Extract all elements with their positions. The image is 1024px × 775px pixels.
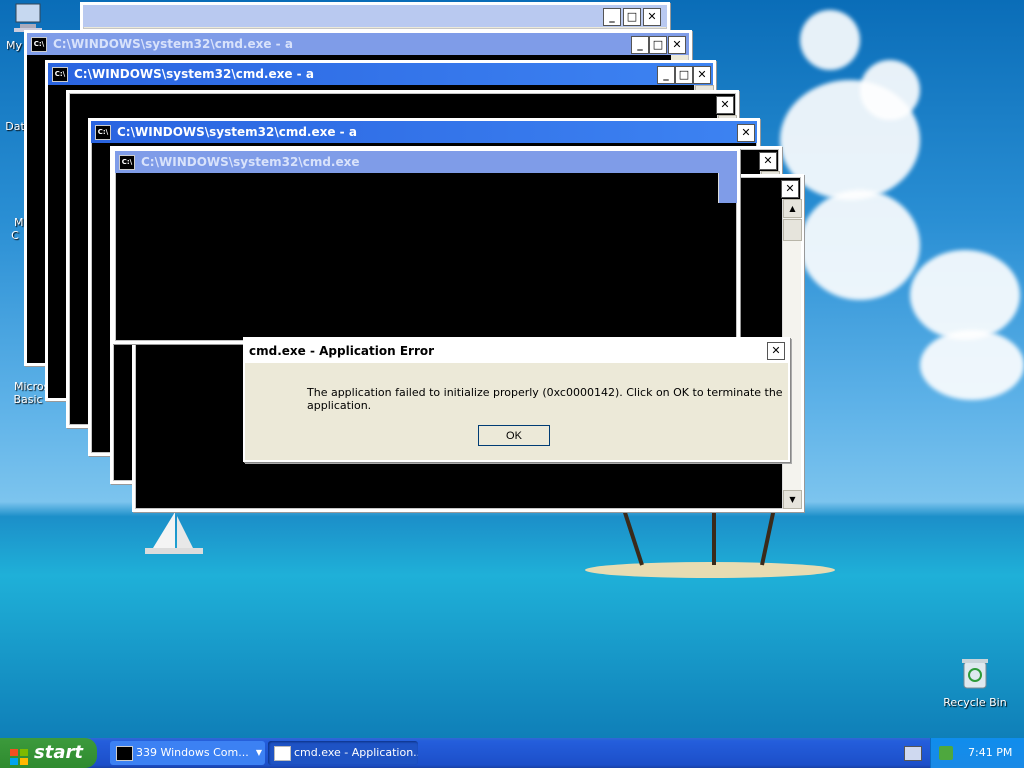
titlebar[interactable]: C:\ C:\WINDOWS\system32\cmd.exe [115, 151, 737, 173]
ok-button[interactable]: OK [478, 425, 550, 446]
cmd-window-inactive[interactable]: C:\ C:\WINDOWS\system32\cmd.exe [112, 148, 740, 344]
close-button[interactable]: ✕ [643, 8, 661, 26]
network-icon[interactable] [939, 746, 953, 760]
minimize-button[interactable]: _ [657, 66, 675, 84]
start-button[interactable]: start [0, 738, 97, 768]
close-button[interactable]: ✕ [737, 124, 755, 142]
close-button[interactable]: ✕ [693, 66, 711, 84]
window-icon [274, 746, 291, 761]
island [585, 562, 835, 578]
taskbar: start 339 Windows Com... ▼ cmd.exe - App… [0, 738, 1024, 768]
minimize-button[interactable]: _ [603, 8, 621, 26]
keyboard-icon[interactable] [904, 746, 922, 761]
desktop-icon-recycle-bin[interactable]: Recycle Bin [940, 656, 1010, 709]
dialog-close-button[interactable]: ✕ [767, 342, 785, 360]
sailboat [145, 512, 203, 554]
system-tray: 7:41 PM [930, 738, 1024, 768]
close-button[interactable]: ✕ [668, 36, 686, 54]
cmd-icon: C:\ [119, 155, 135, 170]
scroll-down-button[interactable]: ▼ [783, 490, 802, 509]
minimize-button[interactable]: _ [631, 36, 649, 54]
maximize-button[interactable]: □ [623, 8, 641, 26]
maximize-button[interactable]: □ [649, 36, 667, 54]
clock[interactable]: 7:41 PM [968, 738, 1012, 768]
error-dialog[interactable]: cmd.exe - Application Error ✕ The applic… [243, 337, 790, 462]
close-button[interactable]: ✕ [759, 152, 777, 170]
cmd-icon: C:\ [31, 37, 47, 52]
taskbar-button-app-error[interactable]: cmd.exe - Application... [268, 741, 418, 765]
cmd-icon: C:\ [95, 125, 111, 140]
maximize-button[interactable]: □ [675, 66, 693, 84]
close-button[interactable]: ✕ [716, 96, 734, 114]
cmd-window-1[interactable]: _ □ ✕ [80, 2, 670, 32]
vertical-scrollbar[interactable] [718, 173, 737, 203]
chevron-down-icon: ▼ [255, 748, 262, 757]
scroll-up-button[interactable]: ▲ [783, 199, 802, 218]
windows-logo-icon [10, 745, 28, 765]
cmd-icon [116, 746, 133, 761]
error-message: The application failed to initialize pro… [307, 386, 783, 412]
cmd-icon: C:\ [52, 67, 68, 82]
scroll-thumb[interactable] [783, 219, 802, 241]
dialog-titlebar[interactable]: cmd.exe - Application Error [245, 339, 788, 363]
titlebar[interactable] [83, 5, 667, 27]
titlebar[interactable]: C:\ C:\WINDOWS\system32\cmd.exe - a [48, 63, 713, 85]
titlebar[interactable]: C:\ C:\WINDOWS\system32\cmd.exe - a [27, 33, 689, 55]
recycle-bin-icon [940, 656, 1010, 693]
titlebar[interactable]: C:\ C:\WINDOWS\system32\cmd.exe - a [91, 121, 757, 143]
close-button[interactable]: ✕ [781, 180, 799, 198]
taskbar-button-cmd-group[interactable]: 339 Windows Com... ▼ [110, 741, 265, 765]
